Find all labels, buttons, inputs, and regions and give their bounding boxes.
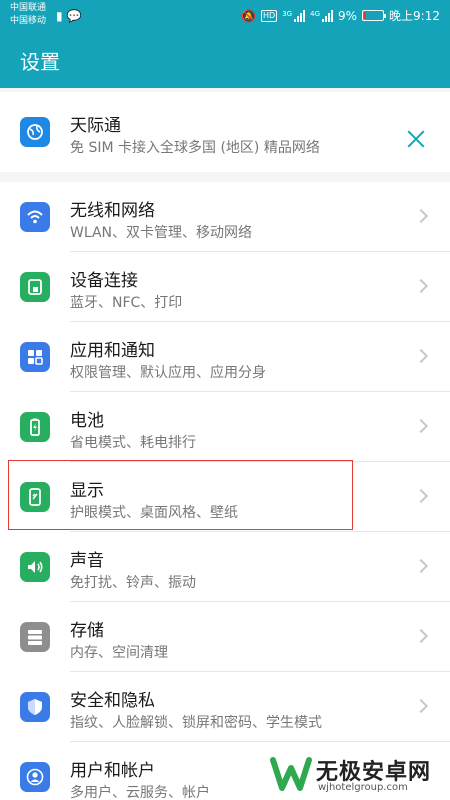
settings-item-title: 存储: [70, 621, 104, 641]
shield-icon: [20, 692, 50, 722]
watermark-url: wjhotelgroup.com: [318, 782, 408, 793]
sim-icon: ▮: [56, 9, 63, 23]
notification-icons: ▮ 💬: [56, 9, 81, 23]
settings-item-apps-notifications[interactable]: 应用和通知 权限管理、默认应用、应用分身: [0, 322, 450, 392]
settings-item-wireless-network[interactable]: 无线和网络 WLAN、双卡管理、移动网络: [0, 182, 450, 252]
promo-card: 天际通 免 SIM 卡接入全球多国 (地区) 精品网络: [0, 92, 450, 172]
chevron-right-icon: [413, 348, 429, 364]
settings-item-title: 声音: [70, 551, 104, 571]
settings-item-subtitle: 省电模式、耗电排行: [70, 435, 196, 451]
watermark-logo-icon: [270, 757, 312, 791]
settings-item-subtitle: 蓝牙、NFC、打印: [70, 295, 183, 311]
promo-item[interactable]: 天际通 免 SIM 卡接入全球多国 (地区) 精品网络: [0, 97, 450, 167]
settings-item-title: 用户和帐户: [70, 761, 155, 781]
storage-icon: [20, 622, 50, 652]
chevron-right-icon: [413, 278, 429, 294]
settings-item-subtitle: WLAN、双卡管理、移动网络: [70, 225, 253, 241]
battery-percent: 9%: [338, 8, 358, 23]
status-bar: 中国联通 中国移动 ▮ 💬 🔕 HD 3G 4G 9% 晚上9:12: [0, 0, 450, 32]
chevron-right-icon: [413, 488, 429, 504]
wifi-icon: [20, 202, 50, 232]
settings-item-subtitle: 免打扰、铃声、振动: [70, 575, 196, 591]
battery-status-icon: [362, 10, 387, 21]
message-icon: 💬: [66, 9, 82, 23]
settings-item-title: 无线和网络: [70, 201, 155, 221]
globe-icon: [20, 117, 50, 147]
settings-item-title: 电池: [70, 411, 104, 431]
clock: 晚上9:12: [389, 9, 440, 23]
status-indicators: 🔕 HD 3G 4G 9% 晚上9:12: [241, 7, 440, 24]
hd-badge: HD: [261, 9, 278, 22]
settings-item-storage[interactable]: 存储 内存、空间清理: [0, 602, 450, 672]
highlight-box: [8, 460, 353, 530]
page-title: 设置: [20, 50, 60, 74]
chevron-right-icon: [413, 628, 429, 644]
chevron-right-icon: [413, 208, 429, 224]
mute-icon: 🔕: [241, 8, 257, 23]
settings-item-battery[interactable]: 电池 省电模式、耗电排行: [0, 392, 450, 462]
settings-item-subtitle: 多用户、云服务、帐户: [70, 785, 210, 800]
carrier-2: 中国移动: [10, 16, 47, 26]
settings-item-subtitle: 权限管理、默认应用、应用分身: [70, 365, 266, 381]
carrier-1: 中国联通: [10, 3, 47, 13]
promo-subtitle: 免 SIM 卡接入全球多国 (地区) 精品网络: [70, 140, 320, 156]
settings-item-subtitle: 指纹、人脸解锁、锁屏和密码、学生模式: [70, 715, 322, 731]
settings-item-device-connection[interactable]: 设备连接 蓝牙、NFC、打印: [0, 252, 450, 322]
settings-item-subtitle: 内存、空间清理: [70, 645, 168, 661]
chevron-right-icon: [413, 418, 429, 434]
watermark: 无极安卓网 wjhotelgroup.com: [268, 750, 450, 800]
settings-item-security-privacy[interactable]: 安全和隐私 指纹、人脸解锁、锁屏和密码、学生模式: [0, 672, 450, 742]
device-connect-icon: [20, 272, 50, 302]
app-bar: 设置: [0, 32, 450, 88]
speaker-icon: [20, 552, 50, 582]
apps-icon: [20, 342, 50, 372]
promo-title: 天际通: [70, 116, 121, 136]
settings-item-title: 应用和通知: [70, 341, 155, 361]
signal-icon-2: 4G: [310, 9, 333, 22]
battery-icon: [20, 412, 50, 442]
user-icon: [20, 762, 50, 792]
signal-icon-1: 3G: [282, 9, 306, 22]
settings-item-title: 设备连接: [70, 271, 138, 291]
chevron-right-icon: [413, 558, 429, 574]
settings-item-sound[interactable]: 声音 免打扰、铃声、振动: [0, 532, 450, 602]
settings-item-title: 安全和隐私: [70, 691, 155, 711]
carrier-labels: 中国联通 中国移动: [10, 2, 46, 28]
chevron-right-icon: [413, 698, 429, 714]
close-icon[interactable]: [406, 129, 426, 149]
